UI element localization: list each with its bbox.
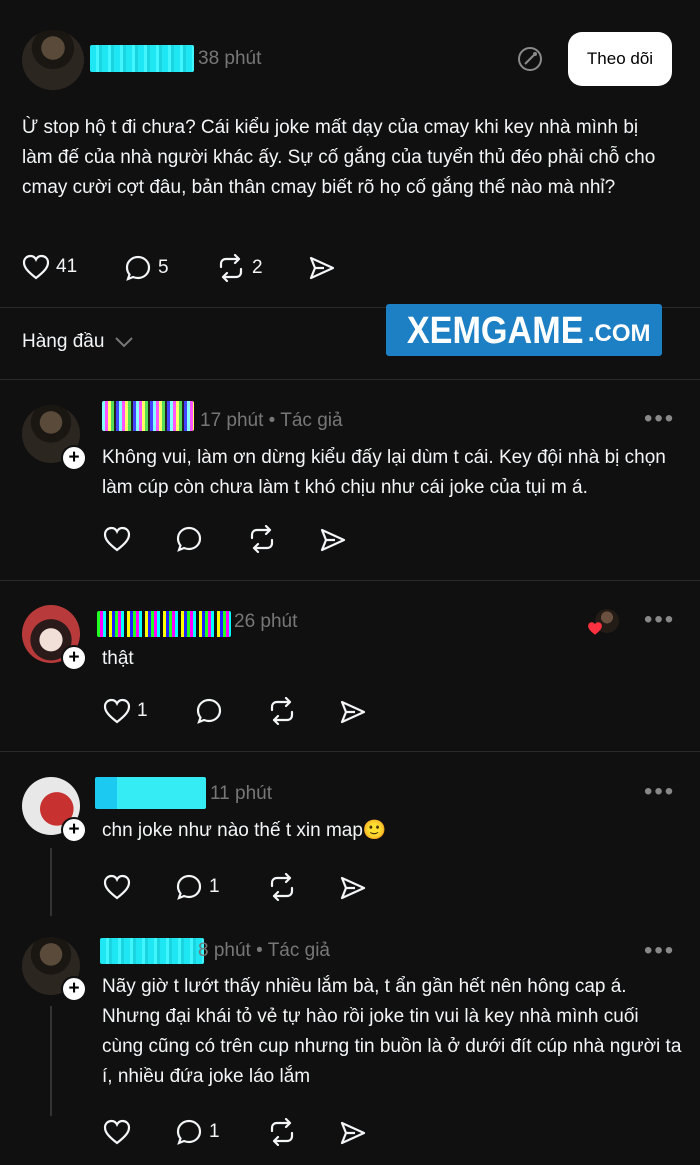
comment-meta: 8 phút • Tác giả bbox=[198, 940, 330, 961]
comment-meta: 26 phút bbox=[234, 611, 298, 632]
comment-reply-count: 1 bbox=[209, 876, 220, 897]
post-reply-button[interactable]: 5 bbox=[124, 254, 169, 282]
share-icon bbox=[339, 699, 367, 725]
comment-like-button[interactable] bbox=[103, 874, 131, 900]
comment-share-button[interactable] bbox=[339, 1120, 367, 1146]
watermark-main: XEMGAME bbox=[407, 310, 585, 352]
plus-icon[interactable]: + bbox=[61, 445, 87, 471]
thread-line bbox=[50, 848, 52, 916]
chevron-down-icon bbox=[114, 336, 134, 348]
heart-icon bbox=[103, 1119, 131, 1145]
heart-icon bbox=[103, 698, 131, 724]
comment-text: Không vui, làm ơn dừng kiểu đấy lại dùm … bbox=[102, 447, 666, 498]
post-text: Ừ stop hộ t đi chưa? Cái kiểu joke mất d… bbox=[22, 117, 656, 198]
plus-icon[interactable]: + bbox=[61, 645, 87, 671]
comment-reply-button[interactable]: 1 bbox=[175, 873, 220, 901]
heart-icon bbox=[22, 254, 50, 280]
more-icon[interactable]: ••• bbox=[644, 606, 675, 634]
share-icon bbox=[319, 527, 347, 553]
thread-line bbox=[50, 1006, 52, 1116]
share-icon bbox=[339, 875, 367, 901]
watermark-logo: XEMGAME .COM bbox=[386, 304, 662, 356]
more-icon[interactable]: ••• bbox=[644, 778, 675, 806]
comment-reply-count: 1 bbox=[209, 1121, 220, 1142]
sort-dropdown[interactable]: Hàng đầu bbox=[22, 331, 134, 353]
repost-icon bbox=[267, 697, 297, 725]
post-share-button[interactable] bbox=[308, 255, 336, 281]
reply-icon bbox=[195, 697, 223, 725]
more-icon[interactable]: ••• bbox=[644, 405, 675, 433]
comment-share-button[interactable] bbox=[319, 527, 347, 553]
comment-like-count: 1 bbox=[137, 700, 148, 721]
post-repost-count: 2 bbox=[252, 257, 263, 278]
more-icon[interactable]: ••• bbox=[644, 937, 675, 965]
follow-button-label: Theo dõi bbox=[586, 49, 654, 68]
share-icon bbox=[339, 1120, 367, 1146]
plus-icon[interactable]: + bbox=[61, 976, 87, 1002]
comment-text: chn joke như nào thế t xin map🙂 bbox=[102, 820, 387, 841]
comment-text: thật bbox=[102, 648, 134, 669]
reply-icon bbox=[175, 1118, 203, 1146]
plus-icon[interactable]: + bbox=[61, 817, 87, 843]
repost-icon bbox=[267, 873, 297, 901]
post-repost-button[interactable]: 2 bbox=[216, 254, 263, 282]
comment-like-button[interactable] bbox=[103, 526, 131, 552]
post-time: 38 phút bbox=[198, 48, 262, 69]
comment-author-name[interactable] bbox=[102, 401, 194, 431]
comment-author-name[interactable] bbox=[100, 938, 204, 964]
divider bbox=[0, 751, 700, 752]
post-author-avatar[interactable] bbox=[22, 30, 84, 90]
sort-label: Hàng đầu bbox=[22, 331, 105, 352]
comment-meta: 17 phút • Tác giả bbox=[200, 410, 343, 431]
share-icon bbox=[308, 255, 336, 281]
liked-by-author-avatar bbox=[587, 609, 619, 637]
heart-icon bbox=[103, 526, 131, 552]
comment-reply-button[interactable]: 1 bbox=[175, 1118, 220, 1146]
watermark-suffix: .COM bbox=[587, 320, 651, 347]
comment-author-name[interactable] bbox=[97, 611, 231, 637]
divider bbox=[0, 379, 700, 380]
post-like-button[interactable]: 41 bbox=[22, 254, 77, 280]
comment-like-button[interactable]: 1 bbox=[103, 698, 148, 724]
post-author-name[interactable] bbox=[90, 45, 194, 72]
comment-text: Nãy giờ t lướt thấy nhiều lắm bà, t ẩn g… bbox=[102, 976, 682, 1087]
comment-repost-button[interactable] bbox=[247, 525, 277, 553]
repost-icon bbox=[247, 525, 277, 553]
heart-icon bbox=[103, 874, 131, 900]
ai-icon[interactable] bbox=[516, 45, 544, 73]
post-reply-count: 5 bbox=[158, 257, 169, 278]
comment-repost-button[interactable] bbox=[267, 1118, 297, 1146]
comment-like-button[interactable] bbox=[103, 1119, 131, 1145]
reply-icon bbox=[175, 525, 203, 553]
reply-icon bbox=[175, 873, 203, 901]
comment-repost-button[interactable] bbox=[267, 697, 297, 725]
heart-icon bbox=[587, 621, 603, 636]
comment-author-name[interactable] bbox=[95, 777, 206, 809]
comment-reply-button[interactable] bbox=[175, 525, 203, 553]
post-like-count: 41 bbox=[56, 256, 78, 277]
comment-share-button[interactable] bbox=[339, 875, 367, 901]
repost-icon bbox=[267, 1118, 297, 1146]
comment-share-button[interactable] bbox=[339, 699, 367, 725]
divider bbox=[0, 580, 700, 581]
repost-icon bbox=[216, 254, 246, 282]
comment-reply-button[interactable] bbox=[195, 697, 223, 725]
reply-icon bbox=[124, 254, 152, 282]
comment-repost-button[interactable] bbox=[267, 873, 297, 901]
comment-meta: 11 phút bbox=[210, 783, 272, 804]
follow-button[interactable]: Theo dõi bbox=[568, 32, 672, 86]
